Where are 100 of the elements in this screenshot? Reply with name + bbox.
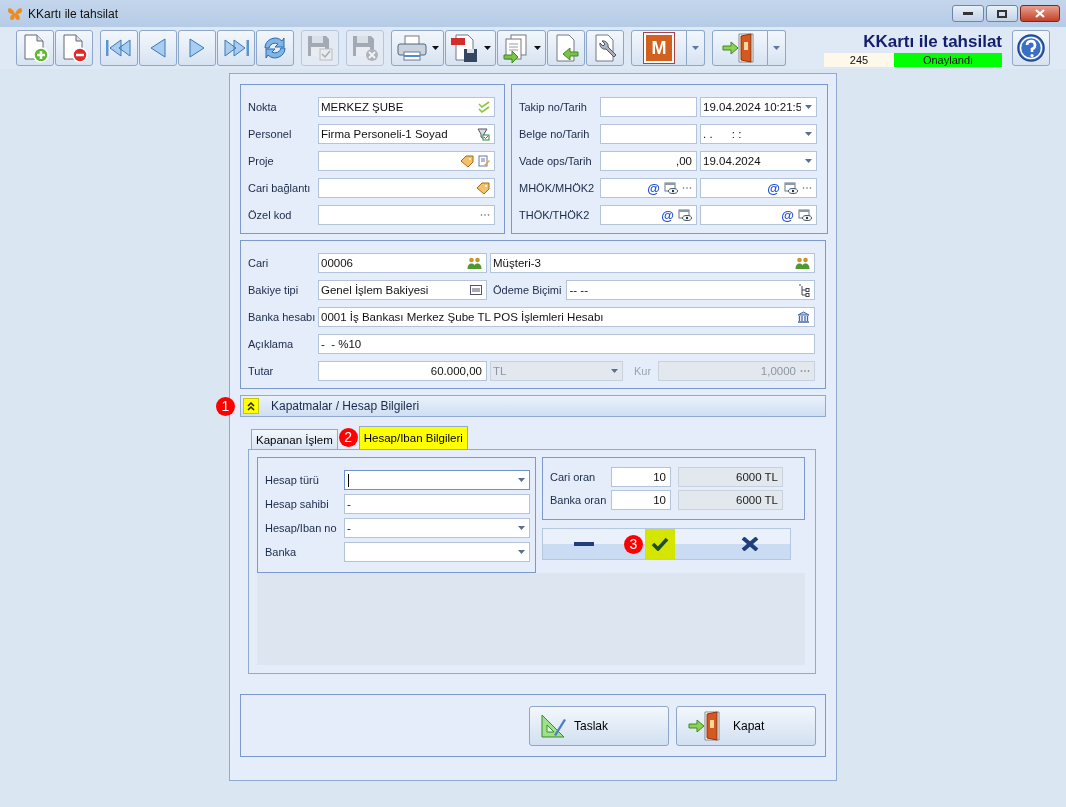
- tag-icon[interactable]: [476, 182, 490, 194]
- delete-document-icon: [60, 33, 88, 63]
- field-label: Hesap sahibi: [265, 498, 330, 510]
- eye-icon[interactable]: [664, 182, 678, 194]
- date-dropdown[interactable]: . . : :: [700, 124, 817, 144]
- maximize-button[interactable]: [986, 5, 1018, 22]
- input-field[interactable]: Genel İşlem Bakiyesi: [318, 280, 487, 300]
- field-label: Banka oran: [550, 494, 608, 506]
- at-sign[interactable]: @: [661, 207, 674, 223]
- dropdown-field[interactable]: [344, 470, 530, 490]
- dropdown-caret-icon: [534, 46, 541, 50]
- tree-icon[interactable]: [798, 283, 810, 297]
- more-icon[interactable]: [480, 213, 490, 217]
- field-label: MHÖK/MHÖK2: [519, 182, 596, 194]
- input-field[interactable]: [600, 97, 697, 117]
- input-field[interactable]: 00006: [318, 253, 487, 273]
- input-field[interactable]: -: [344, 494, 530, 514]
- eye-icon[interactable]: [798, 209, 812, 221]
- toolbar-button[interactable]: [256, 30, 294, 66]
- field-label: Ödeme Biçimi: [493, 284, 562, 296]
- dropdown-caret-icon[interactable]: [805, 105, 812, 109]
- dropdown-caret-icon: [432, 46, 439, 50]
- input-field[interactable]: 0001 İş Bankası Merkez Şube TL POS İşlemleri Hesabı: [318, 307, 815, 327]
- input-field[interactable]: 10: [611, 490, 671, 510]
- toolbar-button[interactable]: [445, 30, 496, 66]
- window-title: KKartı ile tahsilat: [28, 6, 119, 21]
- input-field[interactable]: @: [600, 205, 697, 225]
- input-field[interactable]: MERKEZ ŞUBE: [318, 97, 495, 117]
- input-field[interactable]: Firma Personeli-1 Soyad: [318, 124, 495, 144]
- field-label: Banka: [265, 546, 298, 558]
- last-record-icon: [221, 36, 251, 60]
- date-dropdown[interactable]: 19.04.2024 10:21:5: [700, 97, 817, 117]
- dropdown-field[interactable]: [344, 542, 530, 562]
- input-field[interactable]: Müşteri-3: [490, 253, 815, 273]
- maximize-icon: [997, 9, 1007, 18]
- tag-icon[interactable]: [460, 155, 474, 167]
- people-icon[interactable]: [795, 257, 810, 269]
- input-field[interactable]: ,00: [600, 151, 697, 171]
- edit-icon[interactable]: [478, 155, 490, 167]
- dropdown-caret-icon[interactable]: [518, 550, 525, 554]
- field-label: Personel: [248, 128, 293, 140]
- toolbar-button[interactable]: [712, 30, 768, 66]
- filter-icon[interactable]: [477, 127, 490, 141]
- field-label: Nokta: [248, 101, 278, 113]
- more-icon[interactable]: [802, 186, 812, 190]
- minimize-icon: [963, 11, 973, 16]
- field-label: Belge no/Tarih: [519, 128, 591, 140]
- input-field[interactable]: 10: [611, 467, 671, 487]
- toolbar-button[interactable]: M: [631, 30, 687, 66]
- field-label: Tutar: [248, 365, 275, 377]
- export-document-icon: [502, 33, 530, 63]
- eye-icon[interactable]: [784, 182, 798, 194]
- input-field[interactable]: - - %10: [318, 334, 815, 354]
- input-field[interactable]: @: [700, 205, 817, 225]
- at-sign[interactable]: @: [767, 180, 780, 196]
- dropdown-caret-icon[interactable]: [805, 132, 812, 136]
- tab[interactable]: Kapanan İşlem: [251, 429, 338, 449]
- close-button[interactable]: [1020, 5, 1060, 22]
- input-field[interactable]: [318, 205, 495, 225]
- minimize-button[interactable]: [952, 5, 984, 22]
- dropdown-caret-icon[interactable]: [518, 526, 525, 530]
- eye-icon[interactable]: [678, 209, 692, 221]
- dropdown-field[interactable]: -: [344, 518, 530, 538]
- input-field[interactable]: @: [700, 178, 817, 198]
- confirm-button[interactable]: [645, 529, 675, 559]
- save-cancel-icon: [351, 34, 379, 62]
- calculator-icon[interactable]: [470, 285, 482, 295]
- input-field[interactable]: -- --: [566, 280, 815, 300]
- bank-icon[interactable]: [797, 311, 810, 323]
- input-field[interactable]: [600, 124, 697, 144]
- butterfly-icon: [7, 6, 23, 21]
- toolbar-button[interactable]: [586, 30, 624, 66]
- people-icon[interactable]: [467, 257, 482, 269]
- callout-marker: 2: [338, 427, 358, 447]
- toolbar-button[interactable]: [55, 30, 93, 66]
- collapse-button[interactable]: [243, 398, 259, 414]
- first-record-icon: [104, 36, 134, 60]
- save-icon: [306, 34, 334, 62]
- at-sign[interactable]: @: [647, 180, 660, 196]
- help-button[interactable]: [1012, 30, 1050, 66]
- more-icon[interactable]: [682, 186, 692, 190]
- dropdown-button[interactable]: [687, 30, 705, 66]
- field-label: Takip no/Tarih: [519, 101, 588, 113]
- tab[interactable]: Hesap/Iban Bilgileri: [358, 426, 468, 449]
- close-form-button[interactable]: Kapat: [676, 705, 816, 746]
- check-icon: [651, 537, 669, 551]
- callout-marker: 3: [624, 534, 643, 554]
- input-field[interactable]: [318, 151, 495, 171]
- check-icon[interactable]: [478, 101, 490, 113]
- input-field[interactable]: [318, 178, 495, 198]
- cross-icon: [740, 537, 759, 551]
- input-field[interactable]: @: [600, 178, 697, 198]
- dropdown-caret-icon[interactable]: [805, 159, 812, 163]
- dropdown-button[interactable]: [768, 30, 786, 66]
- date-dropdown[interactable]: 19.04.2024: [700, 151, 817, 171]
- input-field[interactable]: 60.000,00: [318, 361, 487, 381]
- draft-button[interactable]: Taslak: [529, 705, 669, 746]
- dropdown-caret-icon[interactable]: [518, 478, 525, 482]
- at-sign[interactable]: @: [781, 207, 794, 223]
- field-label: THÖK/THÖK2: [519, 209, 591, 221]
